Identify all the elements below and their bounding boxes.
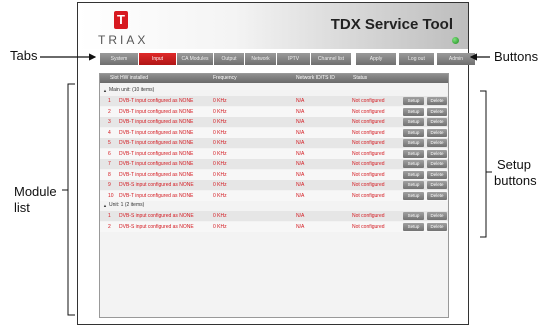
annotation-arrows [40,53,492,316]
annotation-tabs: Tabs [10,48,38,63]
module-list-bracket [67,83,75,316]
annotation-setup-line2: buttons [494,173,537,188]
annotation-buttons: Buttons [494,49,539,64]
annotation-module-line1: Module [14,184,57,199]
setup-buttons-bracket [480,90,487,238]
annotation-setup-line1: Setup [497,157,531,172]
annotation-module-line2: list [14,200,30,215]
